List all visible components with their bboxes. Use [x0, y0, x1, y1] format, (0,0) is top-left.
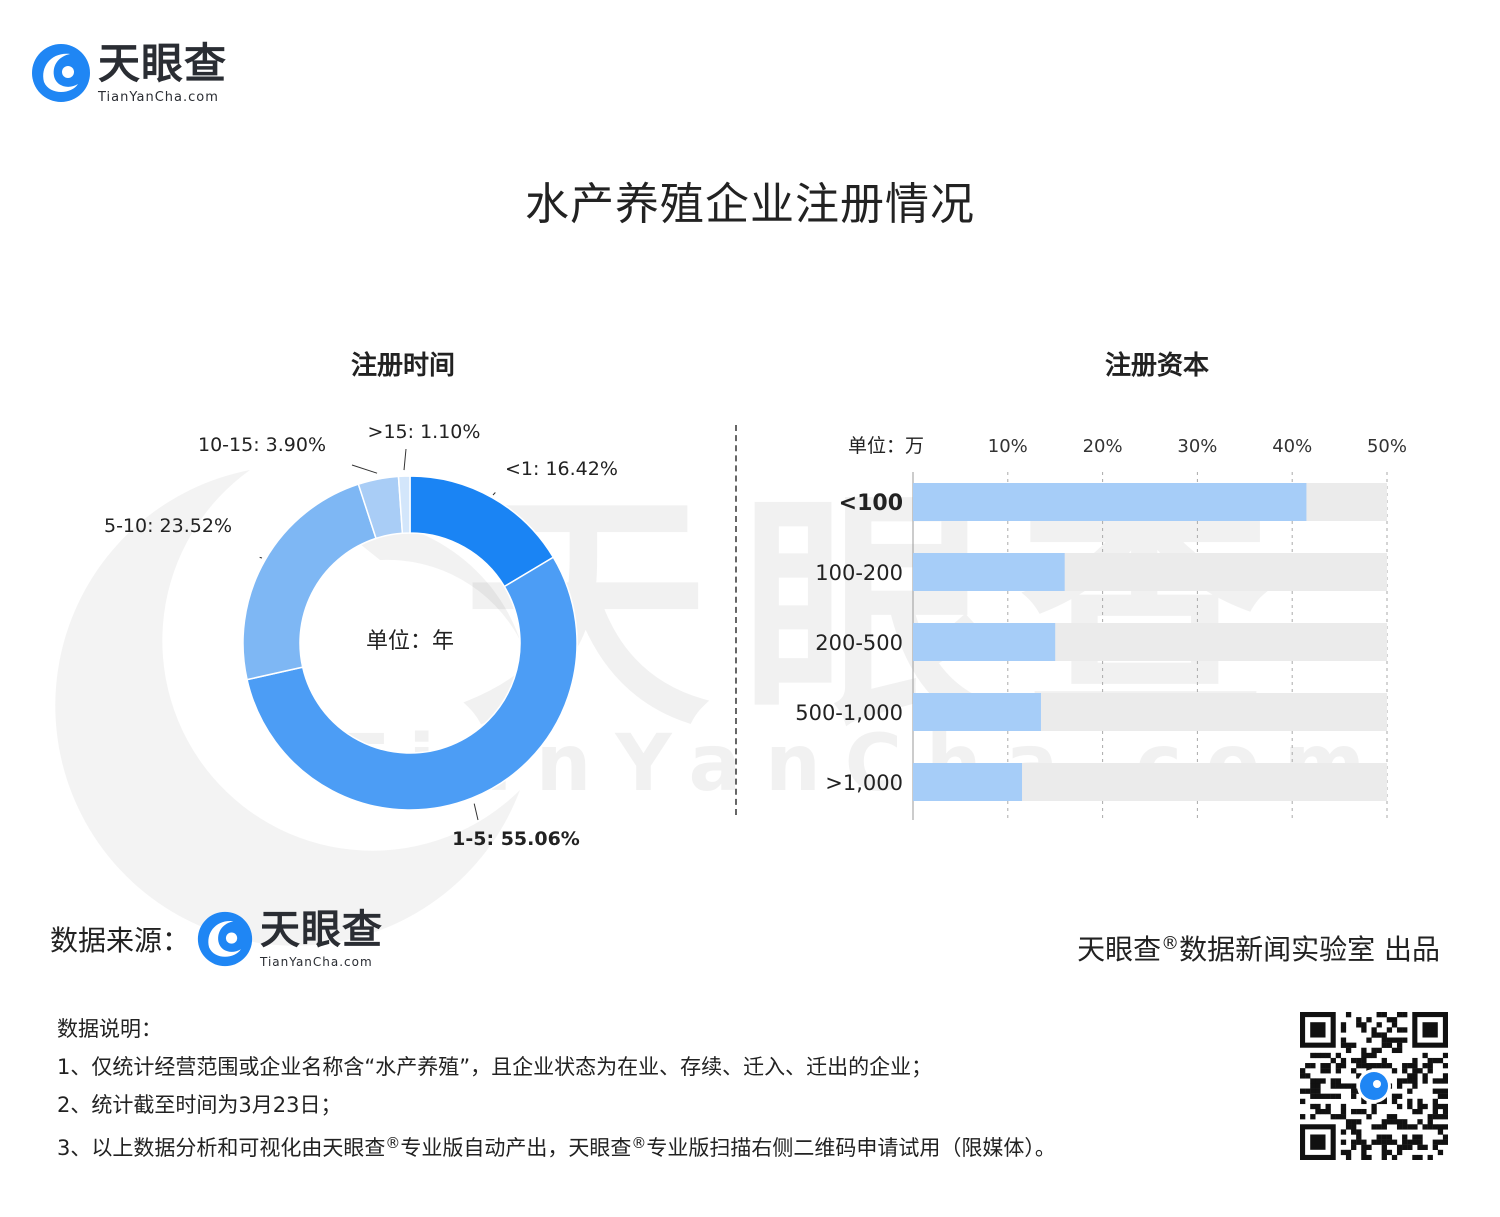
logo-name-cn: 天眼查 [98, 38, 228, 88]
logo-eye-icon [197, 911, 253, 967]
bar-tick-label: 20% [1083, 436, 1123, 457]
bar-fill [913, 693, 1041, 731]
bar-category-label: 200-500 [815, 631, 903, 655]
notes-line-3: 3、以上数据分析和可视化由天眼查®专业版自动产出，天眼查®专业版扫描右侧二维码申… [57, 1124, 1056, 1167]
pie-chart-title: 注册时间 [350, 351, 455, 381]
bar-fill [913, 763, 1023, 801]
bar-chart-title: 注册资本 [1104, 351, 1209, 381]
notes-line-3-part-a: 3、以上数据分析和可视化由天眼查 [57, 1136, 386, 1160]
data-source: 数据来源： 天眼查 TianYanCha.com [50, 910, 383, 968]
donut-slice-label: 5-10: 23.52% [104, 515, 232, 537]
bar-category-label: >1,000 [825, 771, 903, 795]
page-title: 水产养殖企业注册情况 [525, 179, 975, 230]
donut-slice-label: 1-5: 55.06% [452, 828, 580, 850]
bar-tick-label: 10% [988, 436, 1028, 457]
tianyancha-logo: 天眼查 TianYanCha.com [30, 42, 227, 104]
donut-leader-line [351, 464, 378, 474]
bar-fill [913, 483, 1307, 521]
donut-slice-2 [242, 483, 377, 681]
notes-heading: 数据说明： [57, 1017, 162, 1041]
producer-credit: 天眼查®数据新闻实验室 出品 [1077, 928, 1440, 968]
bar-tick-label: 30% [1177, 436, 1217, 457]
logo-name-en: TianYanCha.com [98, 89, 219, 105]
donut-leader-line [492, 492, 496, 496]
bar-category-label: <100 [839, 491, 903, 516]
bar-unit-label: 单位：万 [848, 435, 924, 457]
notes-line-1: 1、仅统计经营范围或企业名称含“水产养殖”，且企业状态为在业、存续、迁入、迁出的… [57, 1055, 933, 1079]
donut-center-label: 单位：年 [366, 629, 454, 654]
notes-line-2: 2、统计截至时间为3月23日； [57, 1093, 342, 1117]
producer-suffix: 数据新闻实验室 出品 [1179, 933, 1440, 966]
registered-mark: ® [1161, 933, 1180, 954]
notes-line-3-part-b: 专业版自动产出，天眼查 [400, 1136, 632, 1160]
bar-fill [913, 623, 1056, 661]
source-label: 数据来源： [50, 924, 191, 957]
donut-leader-line [259, 556, 263, 559]
bar-tick-label: 50% [1367, 436, 1407, 457]
bar-fill [913, 553, 1065, 591]
bar-chart: 单位：万 10% 20% 30% 40% 50% <100 100-200 200-500 5… [795, 435, 1407, 820]
data-notes: 数据说明： 1、仅统计经营范围或企业名称含“水产养殖”，且企业状态为在业、存续、… [57, 1010, 1056, 1167]
logo-eye-icon [32, 44, 90, 102]
donut-leader-line [473, 803, 479, 821]
bar-category-label: 500-1,000 [795, 701, 903, 725]
registered-mark: ® [385, 1134, 401, 1152]
donut-slice-label: 10-15: 3.90% [198, 434, 326, 456]
bar-tick-label: 40% [1272, 436, 1312, 457]
registered-mark: ® [631, 1134, 647, 1152]
donut-chart: <1: 16.42% 1-5: 55.06% 5-10: 23.52% 10-15: … [104, 421, 618, 850]
logo-name-en: TianYanCha.com [260, 955, 373, 969]
donut-slice-label: >15: 1.10% [368, 421, 481, 443]
notes-line-3-part-c: 专业版扫描右侧二维码申请试用（限媒体）。 [646, 1136, 1056, 1160]
donut-slice-label: <1: 16.42% [505, 458, 618, 480]
logo-name-cn: 天眼查 [260, 907, 384, 953]
qr-code-icon[interactable] [1300, 1012, 1448, 1160]
donut-leader-line [403, 448, 407, 471]
producer-prefix: 天眼查 [1077, 933, 1162, 966]
bar-category-label: 100-200 [815, 561, 903, 585]
